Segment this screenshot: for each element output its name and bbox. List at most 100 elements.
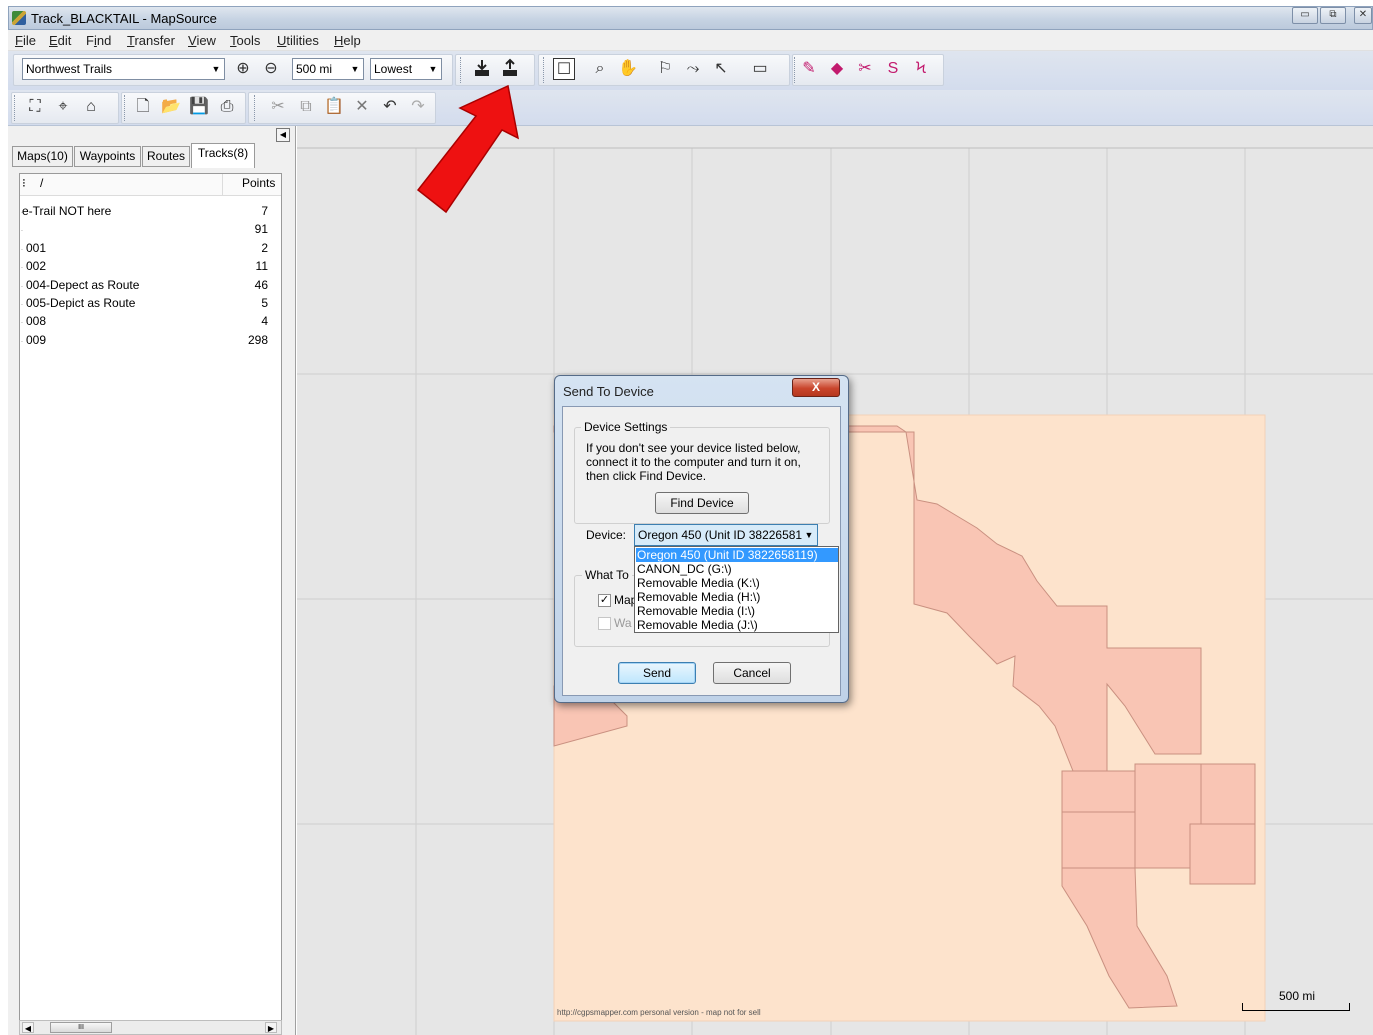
- menu-edit[interactable]: Edit: [49, 33, 71, 48]
- track-points: 5: [261, 296, 268, 310]
- waypoint-tool-icon[interactable]: ⚐: [654, 58, 676, 80]
- device-option[interactable]: Removable Media (K:\): [636, 576, 838, 590]
- zoom-in-icon[interactable]: ⊕: [232, 58, 254, 80]
- track-name[interactable]: 005-Depict as Route: [26, 296, 135, 310]
- cancel-button[interactable]: Cancel: [713, 662, 791, 684]
- row-marker: .: [21, 336, 23, 344]
- track-name[interactable]: e-Trail NOT here: [22, 204, 111, 218]
- scroll-left-icon[interactable]: ◀: [22, 1022, 34, 1033]
- zoom-tool-icon[interactable]: ⌕: [589, 58, 611, 80]
- device-select[interactable]: Oregon 450 (Unit ID 38226581 ▼: [634, 524, 818, 546]
- menu-help[interactable]: Help: [334, 33, 361, 48]
- track-name[interactable]: 004-Depect as Route: [26, 278, 139, 292]
- selection-tool-icon[interactable]: ☐: [553, 58, 575, 80]
- zoom-out-icon[interactable]: ⊖: [260, 58, 282, 80]
- open-folder-icon[interactable]: 📂: [160, 96, 182, 118]
- restore-button[interactable]: ⧉: [1320, 7, 1346, 24]
- collapse-panel-button[interactable]: ◀: [276, 128, 290, 142]
- tab-tracks[interactable]: Tracks(8): [191, 143, 255, 168]
- menu-bar: File Edit Find Transfer View Tools Utili…: [8, 30, 1373, 51]
- track-name[interactable]: 009: [26, 333, 46, 347]
- device-option[interactable]: Removable Media (H:\): [636, 590, 838, 604]
- tab-routes[interactable]: Routes: [142, 146, 190, 167]
- product-select-value: Northwest Trails: [26, 62, 113, 76]
- find-device-button[interactable]: Find Device: [655, 492, 749, 514]
- track-name[interactable]: 002: [26, 259, 46, 273]
- track-join-icon[interactable]: S: [882, 58, 904, 80]
- device-option[interactable]: CANON_DC (G:\): [636, 562, 838, 576]
- track-points: 46: [254, 277, 268, 292]
- menu-utilities[interactable]: Utilities: [277, 33, 319, 48]
- waypoints-checkbox[interactable]: [598, 617, 611, 630]
- minimize-button[interactable]: ▭: [1292, 7, 1318, 24]
- title-bar: Track_BLACKTAIL - MapSource ▭ ⧉ ✕: [8, 6, 1373, 30]
- menu-transfer[interactable]: Transfer: [127, 33, 175, 48]
- horizontal-scrollbar[interactable]: ◀ III ▶: [19, 1020, 282, 1035]
- send-to-device-dialog: Send To Device X Device Settings If you …: [554, 375, 849, 703]
- route-tool-icon[interactable]: ⤳: [682, 58, 704, 80]
- menu-file[interactable]: File: [15, 33, 36, 48]
- track-draw-icon[interactable]: Ϟ: [910, 58, 932, 80]
- product-select[interactable]: Northwest Trails ▼: [22, 58, 225, 80]
- maps-checkbox[interactable]: ✓: [598, 594, 611, 607]
- tab-waypoints[interactable]: Waypoints: [74, 146, 141, 167]
- track-points: 2: [261, 240, 268, 255]
- menu-tools[interactable]: Tools: [230, 33, 260, 48]
- scroll-right-icon[interactable]: ▶: [265, 1022, 277, 1033]
- receive-from-device-icon[interactable]: [471, 58, 493, 80]
- send-button[interactable]: Send: [618, 662, 696, 684]
- tab-maps[interactable]: Maps(10): [12, 146, 73, 167]
- detail-select-value: Lowest: [374, 62, 413, 76]
- toolbar-grip: [254, 95, 258, 121]
- track-divide-icon[interactable]: ✂: [854, 58, 876, 80]
- hand-tool-icon[interactable]: ✋: [617, 58, 639, 80]
- column-divider: [222, 174, 223, 196]
- track-name[interactable]: 008: [26, 314, 46, 328]
- dialog-title: Send To Device: [563, 384, 654, 399]
- distance-tool-icon[interactable]: ▭: [746, 58, 774, 80]
- scroll-thumb[interactable]: III: [50, 1022, 112, 1033]
- find-places-icon[interactable]: ⌖: [52, 96, 74, 118]
- device-option[interactable]: Removable Media (I:\): [636, 604, 838, 618]
- chevron-down-icon: ▼: [350, 64, 360, 74]
- pencil-tool-icon[interactable]: ✎: [798, 58, 820, 80]
- column-header-sort-marker[interactable]: ⁝: [22, 176, 26, 190]
- copy-icon[interactable]: ⧉: [295, 96, 317, 118]
- track-points: 11: [255, 259, 268, 274]
- undo-icon[interactable]: ↶: [379, 96, 401, 118]
- paste-icon[interactable]: 📋: [323, 96, 345, 118]
- save-icon[interactable]: 💾: [188, 96, 210, 118]
- device-settings-label: Device Settings: [581, 420, 671, 434]
- toolbar-bottom: ⛶ ⌖ ⌂ 🗋 📂 💾 ⎙ ✂ ⧉ 📋 ✕ ↶ ↷: [8, 90, 1373, 126]
- zoom-select-value: 500 mi: [296, 62, 333, 76]
- waypoints-checkbox-label: Wa: [614, 616, 632, 630]
- column-header-points[interactable]: Points: [242, 176, 275, 190]
- dialog-close-button[interactable]: X: [792, 378, 840, 397]
- track-points: 4: [261, 314, 268, 329]
- send-to-device-icon[interactable]: [499, 58, 521, 80]
- toolbar-grip: [124, 95, 128, 121]
- print-icon[interactable]: ⎙: [216, 96, 238, 118]
- device-option[interactable]: Oregon 450 (Unit ID 3822658119): [636, 548, 838, 562]
- pointer-tool-icon[interactable]: ↖: [710, 58, 732, 80]
- close-window-button[interactable]: ✕: [1354, 7, 1372, 24]
- toolbar-top: Northwest Trails ▼ ⊕ ⊖ 500 mi ▼ Lowest ▼…: [8, 51, 1373, 90]
- row-marker: .: [21, 281, 23, 289]
- delete-icon[interactable]: ✕: [351, 96, 373, 118]
- new-file-icon[interactable]: 🗋: [132, 96, 154, 118]
- track-points: 298: [247, 332, 268, 347]
- row-marker: .: [21, 318, 23, 326]
- device-option[interactable]: Removable Media (J:\): [636, 618, 838, 632]
- detail-select[interactable]: Lowest ▼: [370, 58, 442, 80]
- zoom-select[interactable]: 500 mi ▼: [292, 58, 364, 80]
- menu-find[interactable]: Find: [86, 33, 111, 48]
- window-title: Track_BLACKTAIL - MapSource: [31, 11, 217, 26]
- track-name[interactable]: 001: [26, 241, 46, 255]
- menu-view[interactable]: View: [188, 33, 216, 48]
- find-nearest-icon[interactable]: ⌂: [80, 96, 102, 118]
- column-header-name[interactable]: /: [40, 176, 43, 190]
- binoculars-icon[interactable]: ⛶: [24, 96, 46, 118]
- chevron-down-icon: ▼: [211, 64, 221, 74]
- cut-icon[interactable]: ✂: [267, 96, 289, 118]
- eraser-tool-icon[interactable]: ◆: [826, 58, 848, 80]
